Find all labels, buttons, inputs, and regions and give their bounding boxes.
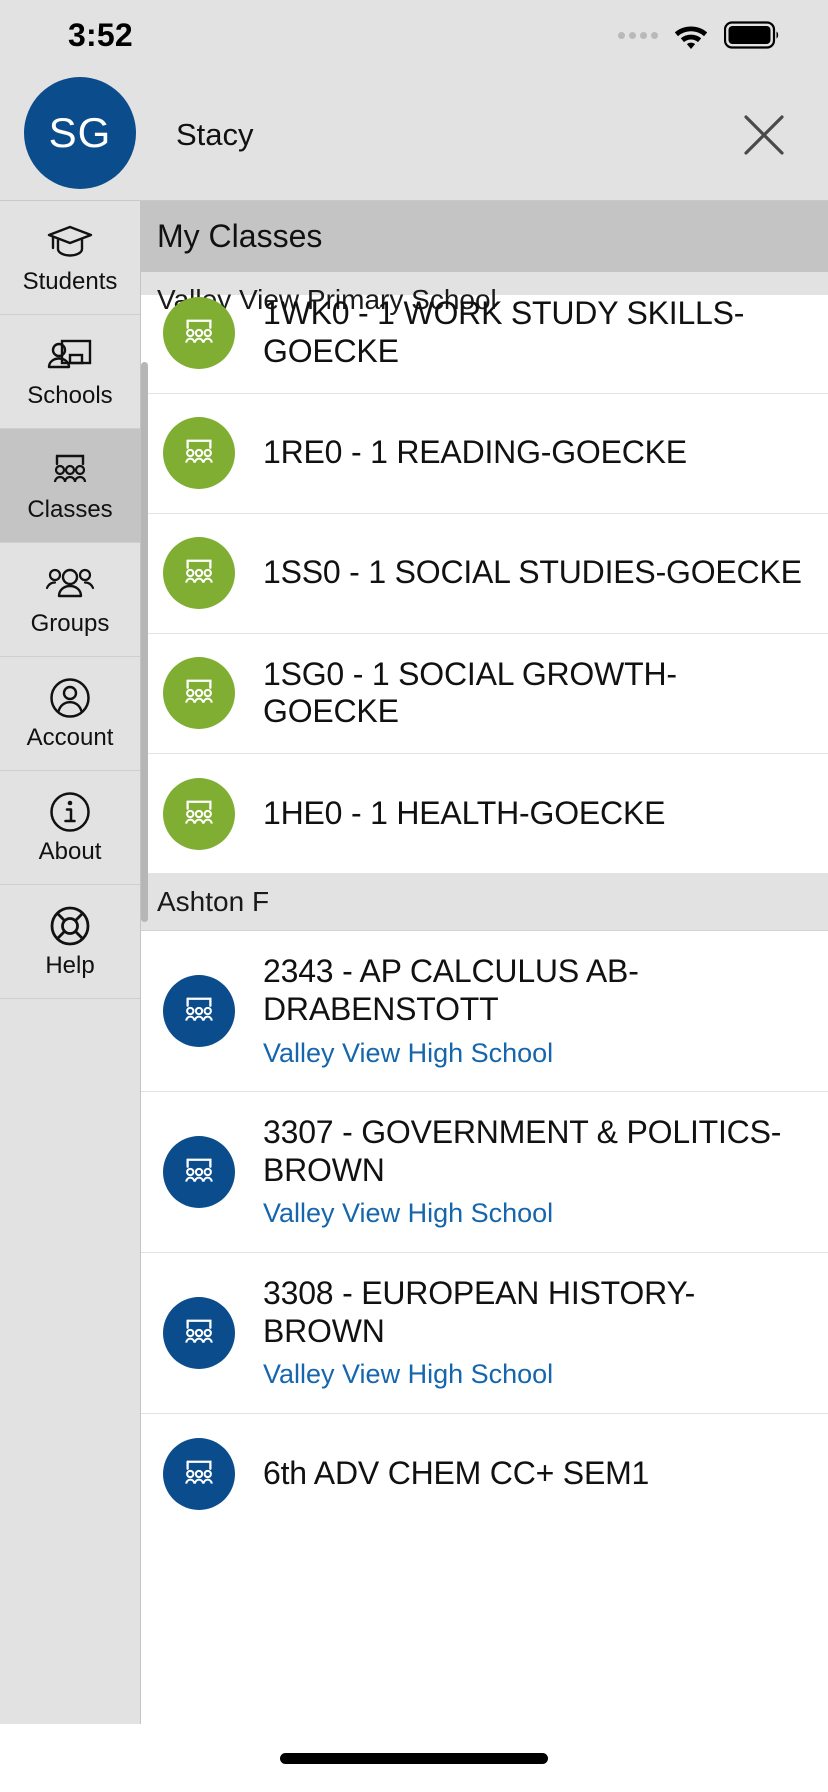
classroom-icon [185,1158,213,1182]
signal-dots-icon [618,31,658,39]
sidebar: Students Schools Classes Groups Account … [0,201,141,1792]
class-text-block: 1WK0 - 1 WORK STUDY SKILLS-GOECKE [263,295,810,371]
content-panel: My Classes Valley View Primary School1WK… [141,201,828,1792]
class-text-block: 1SS0 - 1 SOCIAL STUDIES-GOECKE [263,554,810,592]
class-text-block: 2343 - AP CALCULUS AB-DRABENSTOTT Valley … [263,953,810,1069]
class-avatar-icon [163,657,235,730]
close-icon [744,115,784,155]
class-avatar-icon [163,777,235,850]
people-group-icon [45,568,95,598]
class-list-item[interactable]: 3307 - GOVERNMENT & POLITICS-BROWN Valley… [141,1091,828,1253]
class-list[interactable]: Valley View Primary School1WK0 - 1 WORK … [141,272,828,1792]
class-school-link[interactable]: Valley View High School [263,1037,810,1069]
wifi-icon [674,26,708,49]
class-text-block: 3308 - EUROPEAN HISTORY-BROWN Valley View… [263,1275,810,1391]
section-header: Ashton F [141,874,828,931]
school-board-icon [47,339,92,369]
class-school-link[interactable]: Valley View High School [263,1197,810,1229]
class-school-link[interactable]: Valley View High School [263,1358,810,1390]
class-title: 1SS0 - 1 SOCIAL STUDIES-GOECKE [263,554,802,591]
sidebar-item-label: Classes [27,496,113,523]
class-avatar-icon [163,1437,235,1510]
account-header: SG Stacy [0,70,828,200]
class-title: 3308 - EUROPEAN HISTORY-BROWN [263,1274,696,1349]
class-avatar-icon [163,537,235,609]
close-button[interactable] [734,105,794,165]
class-text-block: 1HE0 - 1 HEALTH-GOECKE [263,795,810,833]
avatar[interactable]: SG [24,77,136,189]
class-text-block: 3307 - GOVERNMENT & POLITICS-BROWN Valley… [263,1114,810,1230]
class-avatar-icon [163,974,235,1047]
class-title: 6th ADV CHEM CC+ SEM1 [263,1454,650,1491]
info-circle-icon [50,792,90,832]
classroom-icon [185,439,213,463]
status-time: 3:52 [68,16,133,53]
home-indicator-area [0,1724,828,1792]
sidebar-item-label: Help [45,952,95,979]
class-avatar-icon [163,417,235,489]
class-list-item[interactable]: 1SS0 - 1 SOCIAL STUDIES-GOECKE [141,513,828,634]
class-list-item[interactable]: 1HE0 - 1 HEALTH-GOECKE [141,754,828,874]
classroom-icon [185,1319,213,1343]
sidebar-item-help[interactable]: Help [0,885,140,999]
sidebar-item-label: Groups [30,610,110,637]
app-root: 3:52 SG Stacy Students Schools Classes G… [0,0,828,1792]
class-list-item[interactable]: 3308 - EUROPEAN HISTORY-BROWN Valley View… [141,1252,828,1414]
classroom-icon [53,454,87,483]
classroom-icon [185,319,213,343]
classroom-icon [185,559,213,583]
page-title: My Classes [141,201,828,272]
sidebar-filler [0,999,140,1792]
class-avatar-icon [163,1135,235,1208]
sidebar-item-students[interactable]: Students [0,201,140,315]
classroom-icon [185,800,213,824]
graduation-cap-icon [47,225,93,257]
lifebuoy-icon [50,906,90,946]
class-text-block: 6th ADV CHEM CC+ SEM1 [263,1455,810,1493]
status-indicators [618,21,780,49]
class-list-item[interactable]: 1RE0 - 1 READING-GOECKE [141,393,828,514]
sidebar-item-groups[interactable]: Groups [0,543,140,657]
scrollbar-thumb[interactable] [141,362,148,922]
sidebar-item-schools[interactable]: Schools [0,315,140,429]
sidebar-item-about[interactable]: About [0,771,140,885]
home-indicator[interactable] [280,1752,548,1764]
account-user-name: Stacy [176,117,254,152]
sidebar-item-label: Schools [27,382,113,409]
class-title: 1SG0 - 1 SOCIAL GROWTH-GOECKE [263,655,677,730]
class-title: 2343 - AP CALCULUS AB-DRABENSTOTT [263,953,639,1027]
class-title: 1WK0 - 1 WORK STUDY SKILLS-GOECKE [263,295,745,369]
class-list-item[interactable]: 1SG0 - 1 SOCIAL GROWTH-GOECKE [141,633,828,754]
sidebar-item-label: Students [22,268,118,295]
sidebar-item-label: About [38,838,102,865]
class-list-item[interactable]: 6th ADV CHEM CC+ SEM1 [141,1413,828,1534]
sidebar-item-account[interactable]: Account [0,657,140,771]
sidebar-item-label: Account [26,724,114,751]
classroom-icon [185,1460,213,1484]
class-text-block: 1SG0 - 1 SOCIAL GROWTH-GOECKE [263,656,810,732]
class-title: 3307 - GOVERNMENT & POLITICS-BROWN [263,1113,782,1188]
classroom-icon [185,679,213,704]
class-list-item[interactable]: 2343 - AP CALCULUS AB-DRABENSTOTT Valley … [141,931,828,1092]
status-bar: 3:52 [0,0,828,70]
body-area: Students Schools Classes Groups Account … [0,200,828,1792]
class-avatar-icon [163,296,235,369]
sidebar-item-classes[interactable]: Classes [0,429,140,543]
class-avatar-icon [163,1296,235,1369]
battery-full-icon [724,21,779,49]
class-title: 1HE0 - 1 HEALTH-GOECKE [263,794,666,831]
classroom-icon [185,997,213,1021]
user-circle-icon [50,678,90,718]
class-title: 1RE0 - 1 READING-GOECKE [263,434,687,471]
class-text-block: 1RE0 - 1 READING-GOECKE [263,434,810,472]
